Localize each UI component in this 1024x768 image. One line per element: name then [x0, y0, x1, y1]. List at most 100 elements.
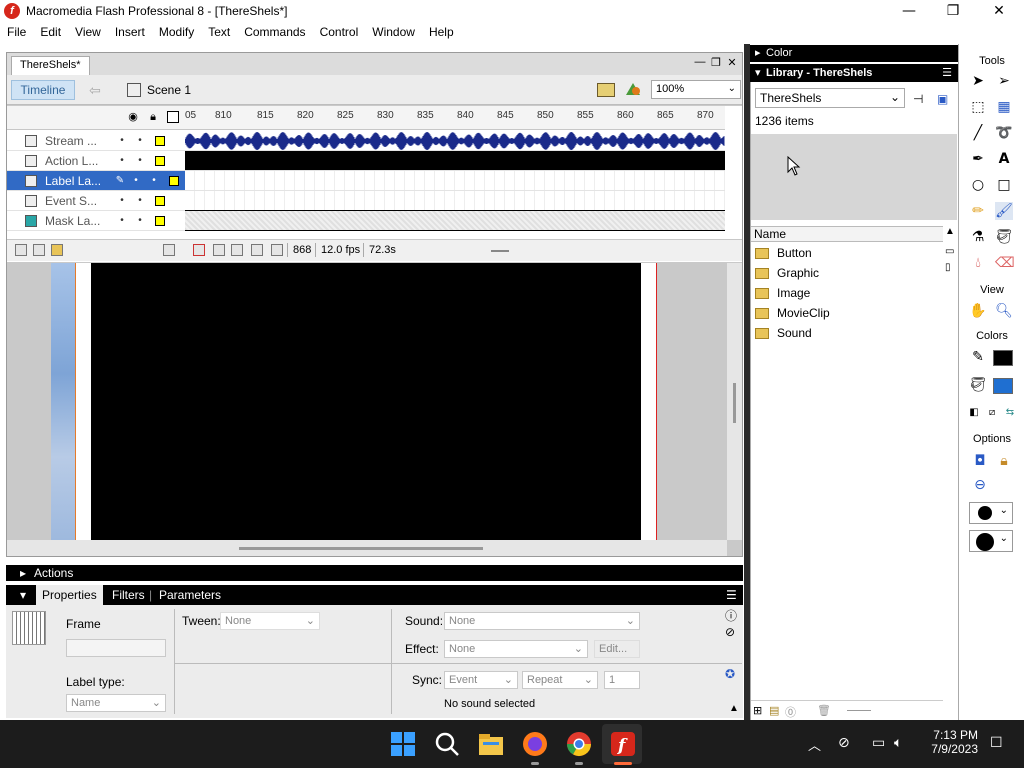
zoom-select[interactable]: 100% ⌄ — [651, 80, 741, 99]
visibility-dot[interactable]: • — [113, 195, 131, 206]
lock-dot[interactable]: • — [131, 215, 149, 226]
menu-commands[interactable]: Commands — [237, 25, 312, 39]
network-icon[interactable]: ⊘ — [838, 734, 850, 751]
menu-insert[interactable]: Insert — [108, 25, 152, 39]
hand-tool-icon[interactable]: ✋ — [969, 302, 987, 320]
brush-size-select[interactable]: ⌄ — [969, 502, 1013, 524]
fill-transform-icon[interactable]: ▦ — [995, 98, 1013, 116]
brush-tool-icon[interactable]: 🖌︎ — [995, 202, 1013, 220]
display-icon[interactable]: ▭ — [872, 734, 885, 751]
stroke-color-icon[interactable]: ✎ — [969, 348, 987, 366]
frames-row-action[interactable] — [185, 151, 725, 171]
document-tab[interactable]: ThereShels* — [11, 56, 90, 75]
hscroll-thumb[interactable] — [239, 547, 483, 550]
ink-bottle-icon[interactable]: ⚗ — [969, 228, 987, 246]
zoom-tool-icon[interactable]: 🔍︎ — [995, 302, 1013, 320]
sound-select[interactable]: None ⌄ — [444, 612, 640, 630]
pin-library-icon[interactable]: ⊣ — [913, 92, 923, 106]
library-folder-movieclip[interactable]: MovieClip — [755, 303, 830, 323]
onion-markers-icon[interactable] — [271, 244, 283, 256]
eye-icon[interactable]: ◉ — [127, 111, 139, 123]
oval-tool-icon[interactable]: ○ — [969, 176, 987, 194]
layer-row-stream[interactable]: Stream ... • • — [7, 131, 185, 151]
layer-row-label[interactable]: Label La... ✎ • • — [7, 171, 185, 191]
search-icon[interactable] — [433, 730, 461, 758]
flash-taskbar-icon[interactable]: f — [609, 730, 637, 758]
firefox-icon[interactable] — [521, 730, 549, 758]
edit-sound-button[interactable]: Edit... — [594, 640, 640, 658]
repeat-select[interactable]: Repeat ⌄ — [522, 671, 598, 689]
doc-minimize-icon[interactable]: — — [693, 56, 707, 68]
menu-modify[interactable]: Modify — [152, 25, 201, 39]
tab-properties[interactable]: Properties — [36, 585, 103, 605]
brush-shape-select[interactable]: ⌄ — [969, 530, 1013, 552]
sort-icon[interactable]: ▲ — [945, 226, 955, 237]
stage-canvas[interactable] — [91, 263, 641, 540]
frames-row-label[interactable] — [185, 171, 725, 191]
visibility-dot[interactable]: • — [127, 175, 145, 186]
color-panel-header[interactable]: ▸ Color — [750, 45, 958, 62]
library-folder-button[interactable]: Button — [755, 243, 812, 263]
add-layer-icon[interactable] — [15, 244, 27, 256]
layer-color-box[interactable] — [169, 175, 179, 186]
doc-restore-icon[interactable]: ❐ — [709, 56, 723, 69]
library-name-column-header[interactable]: Name — [751, 226, 943, 242]
onion-outline-icon[interactable] — [231, 244, 243, 256]
delete-icon[interactable]: 🗑︎ — [817, 704, 831, 717]
edit-in-actions-icon[interactable]: ⊘ — [725, 625, 735, 639]
scene-label[interactable]: Scene 1 — [147, 83, 191, 97]
volume-icon[interactable]: 🔈︎ — [894, 734, 902, 751]
onion-skin-icon[interactable] — [213, 244, 225, 256]
new-symbol-icon[interactable]: ⊞ — [753, 704, 762, 717]
layer-row-event[interactable]: Event S... • • — [7, 191, 185, 211]
close-button[interactable]: ✕ — [976, 0, 1022, 22]
swap-colors-icon[interactable]: ⇆ — [1001, 404, 1019, 422]
visibility-dot[interactable]: • — [113, 215, 131, 226]
timeline-toggle-button[interactable]: Timeline — [11, 80, 75, 100]
pencil-tool-icon[interactable]: ✏ — [969, 202, 987, 220]
stroke-color-swatch[interactable] — [993, 350, 1013, 366]
frames-row-stream[interactable] — [184, 131, 725, 151]
menu-view[interactable]: View — [68, 25, 108, 39]
layer-row-mask[interactable]: Mask La... • • — [7, 211, 185, 231]
no-color-icon[interactable]: ⧄ — [983, 404, 1001, 422]
fill-color-swatch[interactable] — [993, 378, 1013, 394]
library-folder-sound[interactable]: Sound — [755, 323, 812, 343]
free-transform-icon[interactable]: ⬚ — [969, 98, 987, 116]
chevron-up-icon[interactable]: ︿ — [808, 735, 821, 754]
black-white-icon[interactable]: ◧ — [965, 404, 983, 422]
resize-handle[interactable] — [847, 710, 871, 711]
frames-row-mask[interactable] — [185, 211, 725, 231]
brush-mode-icon[interactable]: ⊖ — [971, 476, 989, 494]
minimize-button[interactable]: — — [886, 0, 932, 22]
help-icon[interactable]: ⓘ — [725, 607, 737, 624]
library-folder-graphic[interactable]: Graphic — [755, 263, 819, 283]
edit-scene-icon[interactable] — [597, 83, 615, 97]
lock-dot[interactable]: • — [131, 195, 149, 206]
lock-dot[interactable]: • — [145, 175, 163, 186]
panel-menu-icon[interactable]: ☰ — [942, 64, 952, 82]
doc-close-icon[interactable]: ✕ — [725, 56, 739, 69]
menu-file[interactable]: File — [0, 25, 33, 39]
pen-tool-icon[interactable]: ✒ — [969, 150, 987, 168]
center-frame-icon[interactable] — [193, 244, 205, 256]
new-library-icon[interactable]: ▣ — [937, 92, 948, 106]
paint-bucket-icon[interactable]: 🪣︎ — [995, 228, 1013, 246]
layer-row-action[interactable]: Action L... • • — [7, 151, 185, 171]
lock-icon[interactable]: 🔒︎ — [147, 111, 159, 123]
lasso-tool-icon[interactable]: ➰ — [995, 124, 1013, 142]
layer-color-box[interactable] — [155, 215, 165, 226]
notifications-icon[interactable]: ☐ — [990, 734, 1003, 751]
restore-button[interactable]: ❐ — [930, 0, 976, 22]
repeat-count-input[interactable]: 1 — [604, 671, 640, 689]
object-drawing-icon[interactable]: ◘ — [971, 452, 989, 470]
arrow-tool-icon[interactable]: ➤ — [969, 72, 987, 90]
stage-area[interactable] — [7, 263, 727, 540]
layer-color-box[interactable] — [155, 195, 165, 206]
edit-multiple-icon[interactable] — [251, 244, 263, 256]
text-tool-icon[interactable]: A — [995, 150, 1013, 168]
library-folder-image[interactable]: Image — [755, 283, 810, 303]
library-document-select[interactable]: ThereShels ⌄ — [755, 88, 905, 108]
visibility-dot[interactable]: • — [113, 155, 131, 166]
effect-select[interactable]: None ⌄ — [444, 640, 588, 658]
